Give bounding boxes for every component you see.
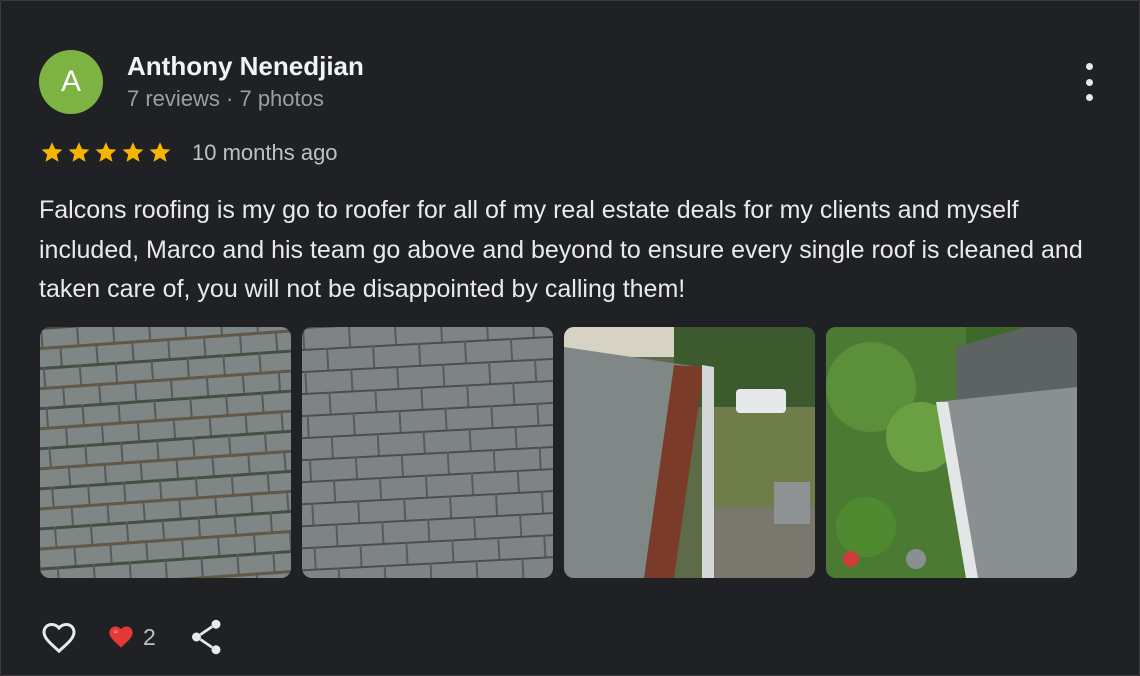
- reviewer-meta: 7 reviews · 7 photos: [127, 86, 324, 111]
- avatar-letter: A: [60, 65, 81, 98]
- star-icon: [122, 142, 144, 162]
- avatar[interactable]: A: [39, 50, 103, 114]
- like-button[interactable]: [39, 617, 79, 662]
- star-icon: [68, 142, 90, 162]
- review-time: 10 months ago: [192, 140, 338, 165]
- more-vert-icon: [1085, 63, 1093, 70]
- review-text: Falcons roofing is my go to roofer for a…: [39, 196, 1083, 303]
- reaction-summary[interactable]: 2: [107, 623, 156, 651]
- reviewer-name[interactable]: Anthony Nenedjian: [127, 51, 364, 82]
- reaction-count: 2: [143, 623, 156, 650]
- star-icon: [95, 142, 117, 162]
- star-icon: [149, 142, 171, 162]
- star-icon: [41, 142, 63, 162]
- star-rating: [39, 140, 173, 165]
- share-button[interactable]: [189, 617, 225, 662]
- more-vert-dot: [1085, 94, 1093, 101]
- review-photo[interactable]: [564, 327, 815, 578]
- review-photo[interactable]: [826, 327, 1077, 578]
- heart-outline-icon: [42, 622, 76, 654]
- review-card: A Anthony Nenedjian 7 reviews · 7 photos…: [0, 0, 1140, 676]
- red-heart-icon: [109, 626, 133, 648]
- review-photo[interactable]: [40, 327, 291, 578]
- share-icon: [192, 619, 221, 655]
- review-photo[interactable]: [302, 327, 553, 578]
- more-vert-dot: [1085, 78, 1093, 86]
- more-options-button[interactable]: [1077, 63, 1101, 101]
